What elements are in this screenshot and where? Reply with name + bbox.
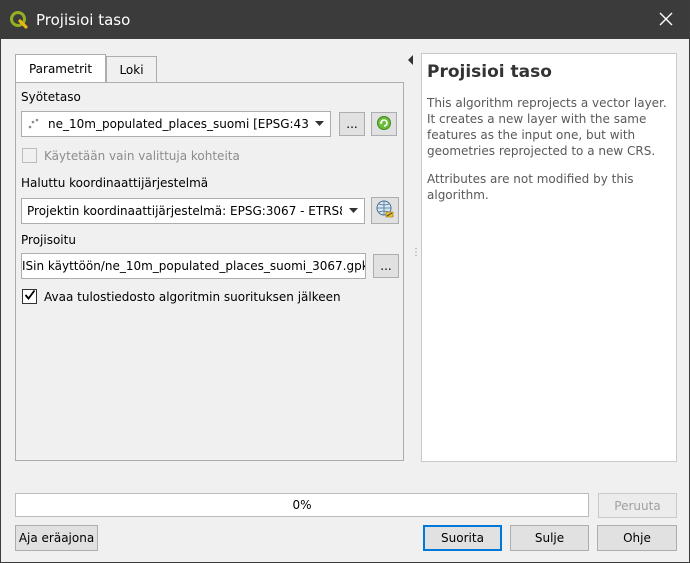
batch-run-button[interactable]: Aja eräajona xyxy=(15,525,98,551)
close-window-button[interactable] xyxy=(643,1,689,39)
chevron-down-icon xyxy=(342,199,364,223)
open-output-label: Avaa tulostiedosto algoritmin suoritukse… xyxy=(44,290,341,304)
tab-label: Parametrit xyxy=(28,62,93,76)
cancel-button[interactable]: Peruuta xyxy=(598,493,677,518)
target-crs-label: Haluttu koordinaattijärjestelmä xyxy=(21,176,209,190)
batch-label: Aja eräajona xyxy=(18,531,95,545)
output-path-value: ISin käyttöön/ne_10m_populated_places_su… xyxy=(22,259,365,273)
iterate-icon xyxy=(376,115,392,134)
help-label: Ohje xyxy=(623,531,651,545)
tab-loki[interactable]: Loki xyxy=(106,56,157,82)
target-crs-select[interactable]: Projektin koordinaattijärjestelmä: EPSG:… xyxy=(21,198,365,224)
splitter-handle[interactable]: ⋮ xyxy=(411,248,421,258)
browse-label: ... xyxy=(380,259,392,273)
window-title: Projisioi taso xyxy=(36,11,131,29)
output-label: Projisoitu xyxy=(21,233,76,247)
selected-only-label: Käytetään vain valittuja kohteita xyxy=(44,149,240,163)
run-label: Suorita xyxy=(441,531,484,545)
close-label: Sulje xyxy=(534,531,565,545)
checkmark-icon xyxy=(24,289,36,304)
output-browse-button[interactable]: ... xyxy=(373,254,399,278)
help-panel: Projisioi taso This algorithm reprojects… xyxy=(421,53,677,462)
help-paragraph: This algorithm reprojects a vector layer… xyxy=(427,96,667,158)
input-layer-label: Syötetaso xyxy=(21,90,81,104)
output-path-input[interactable]: ISin käyttöön/ne_10m_populated_places_su… xyxy=(21,253,366,279)
tab-parametrit[interactable]: Parametrit xyxy=(15,54,106,83)
chevron-down-icon xyxy=(308,112,330,136)
input-layer-value: ne_10m_populated_places_suomi [EPSG:432 xyxy=(48,117,308,131)
title-bar: Projisioi taso xyxy=(1,1,689,39)
collapse-arrow-icon[interactable] xyxy=(407,54,415,68)
globe-crs-icon xyxy=(375,199,395,222)
qgis-logo-icon xyxy=(10,11,28,29)
input-layer-browse-button[interactable]: ... xyxy=(339,112,365,136)
help-button[interactable]: Ohje xyxy=(597,525,677,551)
run-button[interactable]: Suorita xyxy=(423,525,502,551)
browse-label: ... xyxy=(346,117,358,131)
select-crs-button[interactable] xyxy=(371,197,399,224)
iterate-features-button[interactable] xyxy=(371,112,397,136)
selected-only-checkbox[interactable] xyxy=(22,148,37,163)
cancel-label: Peruuta xyxy=(614,498,661,513)
input-layer-select[interactable]: ne_10m_populated_places_suomi [EPSG:432 xyxy=(21,111,331,137)
open-output-checkbox[interactable] xyxy=(22,289,37,304)
close-icon xyxy=(659,12,673,29)
close-button[interactable]: Sulje xyxy=(510,525,589,551)
help-paragraph: Attributes are not modified by this algo… xyxy=(427,172,634,202)
target-crs-value: Projektin koordinaattijärjestelmä: EPSG:… xyxy=(27,204,342,218)
dialog-window: Projisioi taso Parametrit Loki ⋮ Syöteta… xyxy=(0,0,690,563)
progress-text: 0% xyxy=(292,498,312,512)
point-layer-icon xyxy=(22,118,44,130)
tab-label: Loki xyxy=(119,62,144,77)
help-title: Projisioi taso xyxy=(427,62,552,82)
progress-bar: 0% xyxy=(15,493,589,517)
